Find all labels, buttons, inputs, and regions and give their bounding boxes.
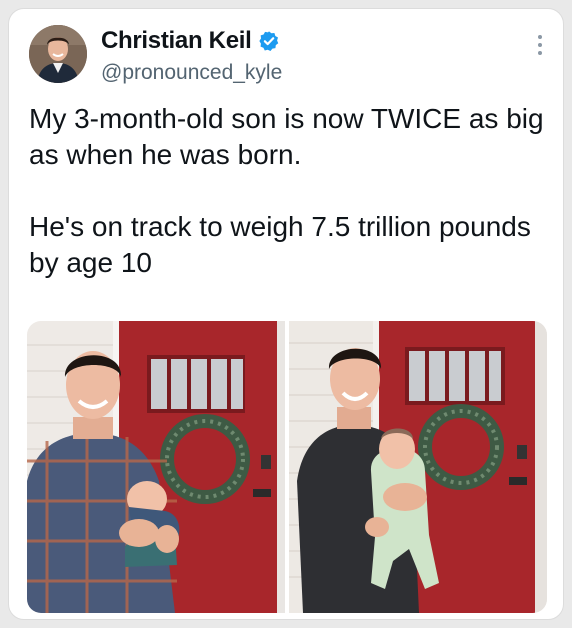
author-handle[interactable]: @pronounced_kyle: [101, 61, 282, 85]
tweet-card: Christian Keil @pronounced_kyle My 3-mon…: [8, 8, 564, 620]
avatar[interactable]: [29, 25, 87, 83]
author-row: Christian Keil: [101, 27, 280, 55]
photo-newborn[interactable]: [27, 321, 285, 613]
more-options-icon[interactable]: [537, 35, 543, 55]
media-grid: [27, 321, 547, 613]
author-name[interactable]: Christian Keil: [101, 27, 252, 55]
tweet-paragraph-1: My 3-month-old son is now TWICE as big a…: [29, 103, 544, 170]
tweet-text: My 3-month-old son is now TWICE as big a…: [29, 101, 549, 281]
verified-badge-icon: [258, 31, 278, 51]
tweet-paragraph-2: He's on track to weigh 7.5 trillion poun…: [29, 211, 531, 278]
avatar-image: [29, 25, 87, 83]
photo-three-month-old[interactable]: [289, 321, 547, 613]
